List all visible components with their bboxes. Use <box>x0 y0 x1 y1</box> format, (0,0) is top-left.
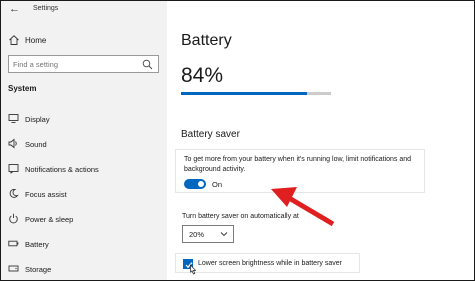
section-label-system: System <box>8 84 37 93</box>
monitor-icon <box>8 114 19 123</box>
search-input[interactable] <box>13 58 133 71</box>
sidebar-item-label: Sound <box>25 140 47 149</box>
power-icon <box>9 213 18 224</box>
sidebar-item-notifications[interactable]: Notifications & actions <box>1 157 167 182</box>
back-arrow-icon[interactable]: ← <box>9 3 20 15</box>
sidebar-item-focus-assist[interactable]: Focus assist <box>1 182 167 207</box>
annotation-arrow-icon <box>271 187 335 227</box>
battery-saver-heading: Battery saver <box>181 129 240 140</box>
battery-saver-description: To get more from your battery when it's … <box>184 156 411 173</box>
battery-saver-toggle[interactable] <box>184 179 206 189</box>
sidebar-item-label: Storage <box>25 265 52 274</box>
auto-saver-threshold-select[interactable]: 20% <box>182 225 234 243</box>
title-bar: ← Settings <box>1 1 167 19</box>
sidebar-item-battery[interactable]: Battery <box>1 232 167 257</box>
sidebar-item-display[interactable]: Display <box>1 107 167 132</box>
battery-percent: 84% <box>181 64 224 87</box>
moon-icon <box>9 189 19 198</box>
chevron-down-icon <box>220 232 228 237</box>
settings-window: ← Settings Home System Display <box>0 0 475 281</box>
toggle-knob <box>198 181 204 187</box>
battery-level-bar <box>181 92 331 95</box>
lower-brightness-option: Lower screen brightness while in battery… <box>175 253 360 275</box>
main-content: Battery 84% Battery saver To get more fr… <box>167 1 474 280</box>
mouse-cursor-icon <box>190 264 197 275</box>
sidebar-item-label: Focus assist <box>25 190 67 199</box>
search-box[interactable] <box>8 55 159 73</box>
notifications-icon <box>8 164 19 174</box>
app-title: Settings <box>33 5 59 12</box>
auto-saver-label: Turn battery saver on automatically at <box>182 213 299 220</box>
sidebar: ← Settings Home System Display <box>1 1 167 280</box>
select-value: 20% <box>189 230 205 239</box>
lower-brightness-label: Lower screen brightness while in battery… <box>198 260 342 267</box>
sidebar-item-label: Display <box>25 115 50 124</box>
sidebar-item-label: Notifications & actions <box>25 165 99 174</box>
sidebar-item-storage[interactable]: Storage <box>1 257 167 280</box>
page-title: Battery <box>181 32 232 49</box>
speaker-icon <box>8 138 17 149</box>
storage-icon <box>8 265 19 272</box>
toggle-state-label: On <box>212 180 223 189</box>
search-icon[interactable] <box>142 59 153 70</box>
nav-home-label: Home <box>25 36 47 45</box>
battery-icon <box>8 240 19 247</box>
nav-home[interactable]: Home <box>1 31 167 49</box>
sidebar-item-sound[interactable]: Sound <box>1 132 167 157</box>
sidebar-item-label: Battery <box>25 240 49 249</box>
home-icon <box>9 35 19 45</box>
battery-level-fill <box>181 92 307 95</box>
sidebar-item-label: Power & sleep <box>25 215 74 224</box>
sidebar-item-power-sleep[interactable]: Power & sleep <box>1 207 167 232</box>
